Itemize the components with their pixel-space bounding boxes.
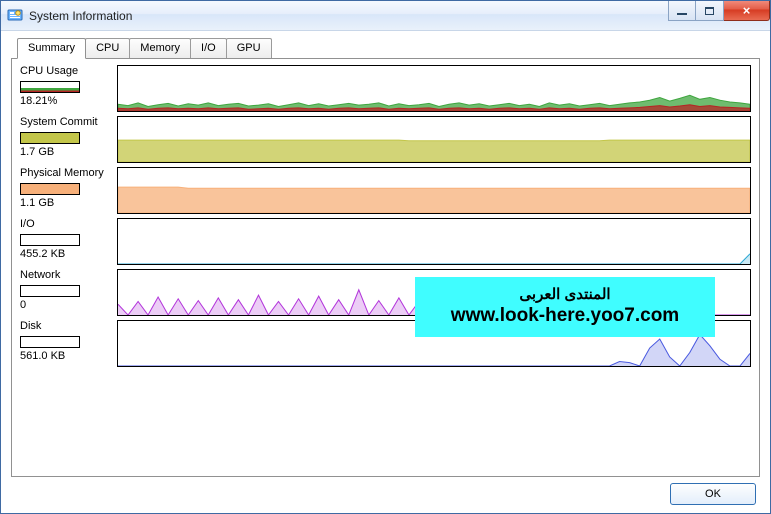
cpu-value: 18.21%: [20, 95, 57, 107]
metric-commit: System Commit 1.7 GB: [20, 116, 751, 163]
close-button[interactable]: ×: [724, 1, 770, 21]
io-graph: [117, 218, 751, 265]
metric-cpu: CPU Usage 18.21%: [20, 65, 751, 112]
tab-row: Summary CPU Memory I/O GPU: [17, 37, 760, 58]
watermark-overlay: المنتدى العربى www.look-here.yoo7.com: [415, 277, 715, 337]
tab-cpu[interactable]: CPU: [85, 38, 130, 59]
commit-graph: [117, 116, 751, 163]
network-value: 0: [20, 299, 26, 311]
disk-label: Disk: [20, 320, 41, 332]
metric-io: I/O 455.2 KB: [20, 218, 751, 265]
network-label: Network: [20, 269, 60, 281]
disk-mini-graph: [20, 336, 80, 348]
io-label: I/O: [20, 218, 35, 230]
commit-label: System Commit: [20, 116, 98, 128]
io-value: 455.2 KB: [20, 248, 65, 260]
cpu-mini-graph: [20, 81, 80, 93]
minimize-button[interactable]: [668, 1, 696, 21]
overlay-url: www.look-here.yoo7.com: [437, 305, 693, 327]
tab-summary[interactable]: Summary: [17, 38, 86, 59]
window-title: System Information: [29, 9, 770, 23]
cpu-label: CPU Usage: [20, 65, 78, 77]
tab-memory[interactable]: Memory: [129, 38, 191, 59]
commit-mini-graph: [20, 132, 80, 144]
physmem-mini-graph: [20, 183, 80, 195]
cpu-graph: [117, 65, 751, 112]
app-icon: [7, 8, 23, 24]
tab-io[interactable]: I/O: [190, 38, 227, 59]
physmem-graph: [117, 167, 751, 214]
client-area: Summary CPU Memory I/O GPU CPU Usage 18.…: [1, 31, 770, 513]
disk-value: 561.0 KB: [20, 350, 65, 362]
physmem-value: 1.1 GB: [20, 197, 54, 209]
button-bar: OK: [11, 477, 760, 505]
window-controls: ×: [668, 1, 770, 21]
physmem-label: Physical Memory: [20, 167, 104, 179]
tab-gpu[interactable]: GPU: [226, 38, 272, 59]
window: System Information × Summary CPU Memory …: [0, 0, 771, 514]
metric-physmem: Physical Memory 1.1 GB: [20, 167, 751, 214]
ok-button[interactable]: OK: [670, 483, 756, 505]
io-mini-graph: [20, 234, 80, 246]
commit-value: 1.7 GB: [20, 146, 54, 158]
overlay-arabic: المنتدى العربى: [437, 285, 693, 303]
network-mini-graph: [20, 285, 80, 297]
titlebar[interactable]: System Information ×: [1, 1, 770, 31]
summary-panel: CPU Usage 18.21% System Commit 1.7 GB Ph…: [11, 58, 760, 477]
maximize-button[interactable]: [696, 1, 724, 21]
